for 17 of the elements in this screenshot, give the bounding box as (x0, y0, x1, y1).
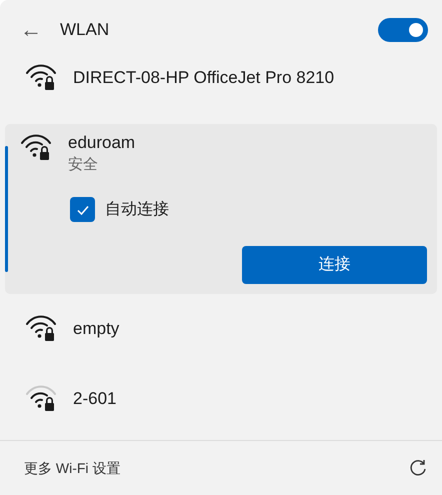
page-title: WLAN (60, 19, 110, 42)
network-name: DIRECT-08-HP OfficeJet Pro 8210 (73, 67, 334, 90)
back-button[interactable]: ← (20, 19, 42, 41)
network-name: eduroam (68, 132, 136, 154)
network-card[interactable]: eduroam 安全 自动连接 连接 (5, 124, 437, 294)
more-wifi-settings-link[interactable]: 更多 Wi-Fi 设置 (24, 458, 120, 478)
auto-connect-checkbox[interactable] (70, 197, 95, 222)
network-name: empty (73, 318, 120, 340)
refresh-icon[interactable] (408, 458, 428, 478)
network-item[interactable]: DIRECT-08-HP OfficeJet Pro 8210 (5, 60, 437, 96)
network-item[interactable]: 2-601 (5, 364, 437, 434)
wifi-toggle[interactable] (378, 18, 428, 42)
security-status: 安全 (68, 155, 99, 175)
network-name: 2-601 (73, 388, 116, 410)
network-item[interactable]: empty (5, 294, 437, 364)
auto-connect-label: 自动连接 (105, 200, 169, 220)
connect-button[interactable]: 连接 (242, 246, 427, 284)
